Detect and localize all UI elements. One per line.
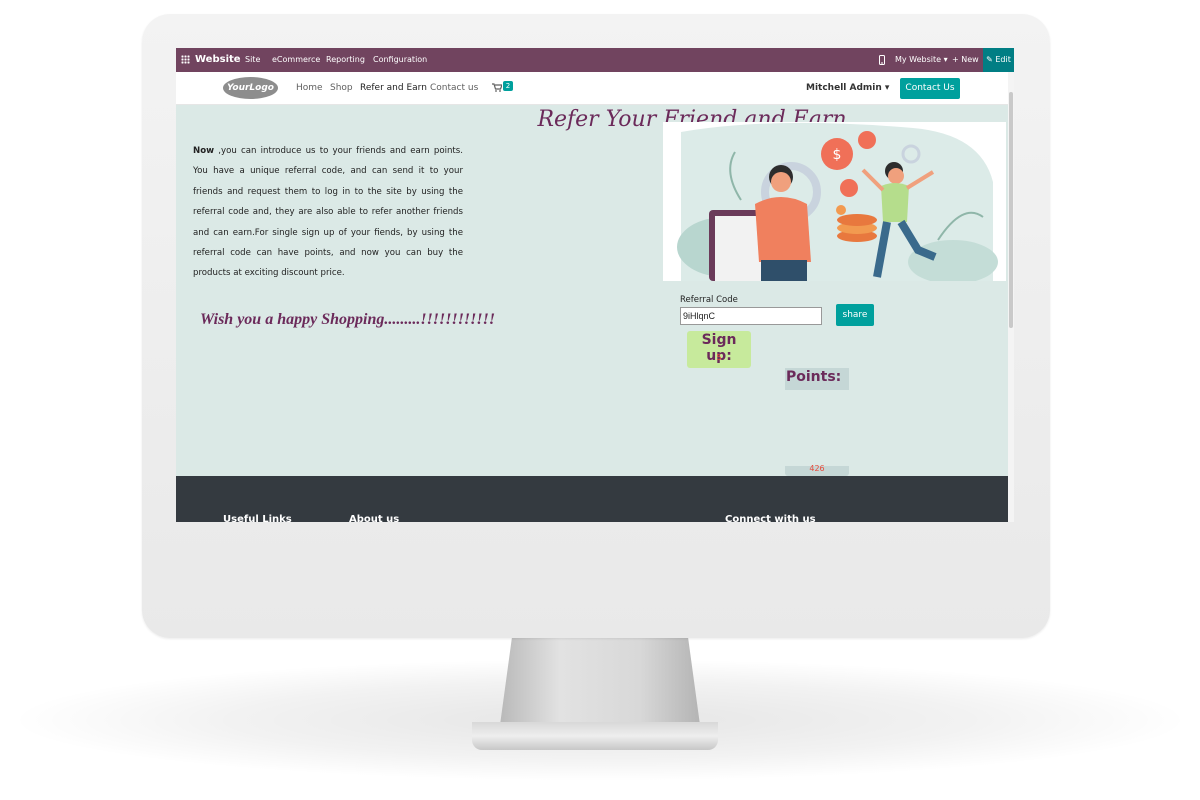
scrollbar-thumb[interactable] [1009,92,1013,328]
apps-grid-icon[interactable] [181,55,190,64]
pencil-icon: ✎ [986,55,993,64]
footer-about-us: About us [349,514,400,522]
monitor-stand-foot [472,722,718,750]
points-value: 426 [809,464,825,473]
cart-icon[interactable] [492,72,503,105]
referral-code-label: Referral Code [680,295,738,305]
refer-earn-content: Refer Your Friend and Earn Now ,you can … [176,105,1008,476]
wish-message: Wish you a happy Shopping.........!!!!!!… [200,311,496,328]
points-label: Points: [786,369,842,385]
referral-illustration: $ [663,122,1006,281]
website-navbar: YourLogo Home Shop Refer and Earn Contac… [176,72,1008,105]
desktop-mockup: Website Site eCommerce Reporting Configu… [0,0,1200,800]
contact-us-button[interactable]: Contact Us [900,78,960,99]
user-menu[interactable]: Mitchell Admin ▾ [806,72,889,105]
caret-down-icon: ▾ [884,83,890,93]
nav-home[interactable]: Home [296,72,323,105]
page-scrollbar[interactable] [1008,72,1014,522]
share-button[interactable]: share [836,304,874,326]
referral-code-field[interactable]: 9iHlqnC [680,307,822,325]
nav-contact-us[interactable]: Contact us [430,72,478,105]
menu-ecommerce[interactable]: eCommerce [272,48,320,72]
user-name: Mitchell Admin [806,83,882,93]
cart-count-badge: 2 [503,81,513,91]
site-logo[interactable]: YourLogo [223,77,278,99]
nav-shop[interactable]: Shop [330,72,353,105]
edit-label: Edit [995,55,1011,64]
menu-configuration[interactable]: Configuration [373,48,427,72]
website-selector[interactable]: My Website ▾ [895,48,948,72]
new-button[interactable]: + New [952,48,979,72]
svg-text:$: $ [833,147,842,163]
odoo-topbar: Website Site eCommerce Reporting Configu… [176,48,1014,72]
mobile-preview-icon[interactable] [879,48,885,72]
intro-text: ,you can introduce us to your friends an… [193,146,463,279]
signup-count-card: Sign up: 5 [687,331,751,368]
intro-bold: Now [193,146,215,156]
signup-value: 5 [716,353,722,362]
nav-refer-and-earn[interactable]: Refer and Earn [360,72,427,105]
footer-connect: Connect with us [725,514,816,522]
website-selector-label: My Website [895,55,942,64]
monitor-screen: Website Site eCommerce Reporting Configu… [176,48,1014,522]
points-card: Points: [785,368,849,390]
edit-button[interactable]: ✎ Edit [983,48,1014,72]
site-footer: Useful Links About us Connect with us [176,476,1008,522]
menu-reporting[interactable]: Reporting [326,48,365,72]
menu-site[interactable]: Site [245,48,260,72]
app-title[interactable]: Website [195,48,241,72]
caret-down-icon: ▾ [943,55,948,64]
monitor-stand-neck [500,637,700,725]
intro-paragraph: Now ,you can introduce us to your friend… [193,141,463,284]
footer-useful-links: Useful Links [223,514,292,522]
illustration-svg: $ [677,122,998,281]
